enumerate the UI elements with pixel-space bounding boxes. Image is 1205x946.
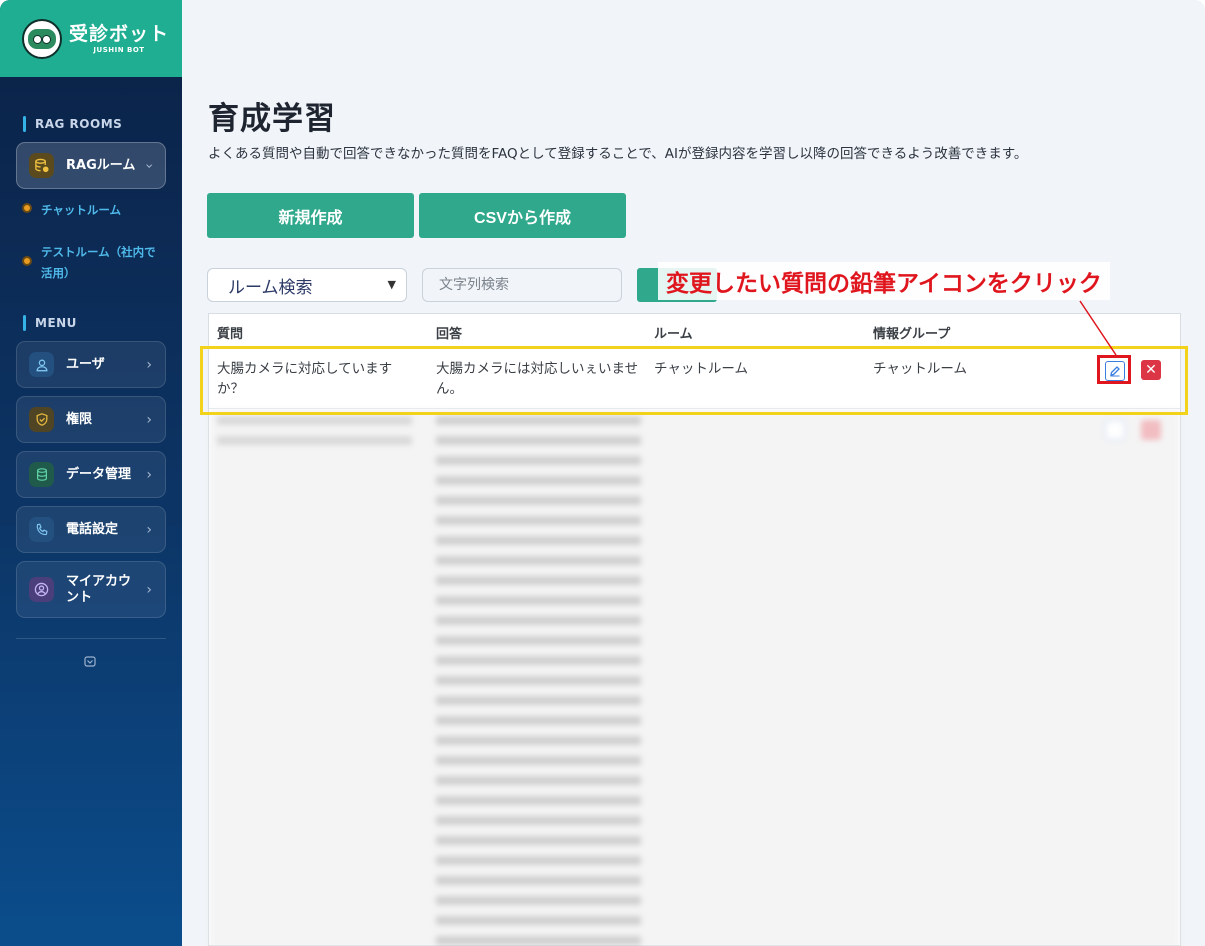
- sidebar-item-data[interactable]: データ管理 ›: [16, 451, 166, 498]
- shield-icon: [29, 407, 54, 432]
- chevron-right-icon: ›: [146, 466, 152, 483]
- sidebar-divider: [16, 638, 166, 639]
- blurred-question: [217, 416, 412, 456]
- page-description: よくある質問や自動で回答できなかった質問をFAQとして登録することで、AIが登録…: [208, 146, 1028, 162]
- annotation-callout: 変更したい質問の鉛筆アイコンをクリック: [658, 262, 1110, 300]
- sidebar-item-account[interactable]: マイアカウント ›: [16, 561, 166, 618]
- blurred-rows: [209, 410, 1180, 946]
- sidebar-item-label: 電話設定: [66, 521, 119, 537]
- edit-pencil-icon[interactable]: [1105, 361, 1125, 381]
- sidebar-item-label: データ管理: [66, 466, 132, 482]
- rag-rooms-label: RAG ROOMS: [23, 116, 122, 132]
- delete-icon[interactable]: ✕: [1141, 360, 1161, 380]
- rag-room-button[interactable]: RAGルーム ›: [16, 142, 166, 189]
- delete-icon[interactable]: [1141, 420, 1161, 440]
- menu-label: MENU: [23, 315, 77, 331]
- blurred-answer: [436, 416, 641, 946]
- robot-logo-icon: [22, 18, 62, 59]
- phone-icon: [29, 517, 54, 542]
- table-header: 質問 回答 ルーム 情報グループ: [209, 314, 1180, 348]
- faq-table: 質問 回答 ルーム 情報グループ 大腸カメラに対応していますか？ 大腸カメラには…: [208, 313, 1181, 946]
- database-check-icon: [29, 153, 54, 178]
- user-icon: [29, 352, 54, 377]
- chevron-right-icon: ›: [146, 411, 152, 428]
- cell-group: チャットルーム: [873, 361, 967, 377]
- room-search-value: ルーム検索: [228, 277, 313, 298]
- edit-pencil-icon[interactable]: [1105, 420, 1125, 440]
- account-icon: [29, 577, 54, 602]
- header-question: 質問: [217, 327, 244, 342]
- rag-room-label: RAGルーム: [66, 157, 136, 173]
- csv-create-button[interactable]: CSVから作成: [419, 193, 626, 238]
- header-room: ルーム: [654, 327, 693, 342]
- table-row[interactable]: 大腸カメラに対応していますか？ 大腸カメラには対応しいぇいません。 チャットルー…: [209, 349, 1180, 409]
- header-group: 情報グループ: [873, 327, 951, 342]
- room-dot-icon: [22, 203, 32, 213]
- database-icon: [29, 462, 54, 487]
- cell-answer: 大腸カメラには対応しいぇいません。: [436, 361, 639, 397]
- sidebar-item-label: 権限: [66, 411, 93, 427]
- header-answer: 回答: [436, 327, 463, 342]
- main-content: 育成学習 よくある質問や自動で回答できなかった質問をFAQとして登録することで、…: [182, 0, 1205, 946]
- chevron-right-icon: ›: [146, 356, 152, 373]
- cell-question: 大腸カメラに対応していますか？: [217, 361, 393, 397]
- room-item-test[interactable]: テストルーム（社内で活用）: [22, 242, 156, 284]
- room-label: チャットルーム: [41, 203, 122, 217]
- room-label: テストルーム（社内で活用）: [41, 245, 156, 280]
- room-item-chat[interactable]: チャットルーム: [22, 200, 121, 221]
- app-subname: JUSHIN BOT: [93, 46, 145, 54]
- app-name: 受診ボット: [69, 23, 170, 45]
- chevron-right-icon: ›: [146, 581, 152, 598]
- new-create-button[interactable]: 新規作成: [207, 193, 414, 238]
- collapse-icon[interactable]: [84, 656, 96, 667]
- room-dot-icon: [22, 256, 32, 266]
- cell-room: チャットルーム: [654, 361, 748, 377]
- sidebar-item-users[interactable]: ユーザ ›: [16, 341, 166, 388]
- room-search-select[interactable]: ルーム検索 ▼: [207, 268, 407, 302]
- page-title: 育成学習: [208, 101, 336, 137]
- text-search-input[interactable]: [422, 268, 622, 302]
- chevron-right-icon: ›: [146, 521, 152, 538]
- sidebar-item-permissions[interactable]: 権限 ›: [16, 396, 166, 443]
- chevron-down-icon: ›: [141, 162, 158, 169]
- brand[interactable]: 受診ボット JUSHIN BOT: [0, 0, 182, 77]
- sidebar-item-phone[interactable]: 電話設定 ›: [16, 506, 166, 553]
- sidebar-item-label: マイアカウント: [66, 573, 132, 605]
- sidebar: 受診ボット JUSHIN BOT RAG ROOMS RAGルーム › チャット…: [0, 0, 182, 946]
- sidebar-item-label: ユーザ: [66, 356, 105, 372]
- chevron-down-icon: ▼: [387, 278, 396, 291]
